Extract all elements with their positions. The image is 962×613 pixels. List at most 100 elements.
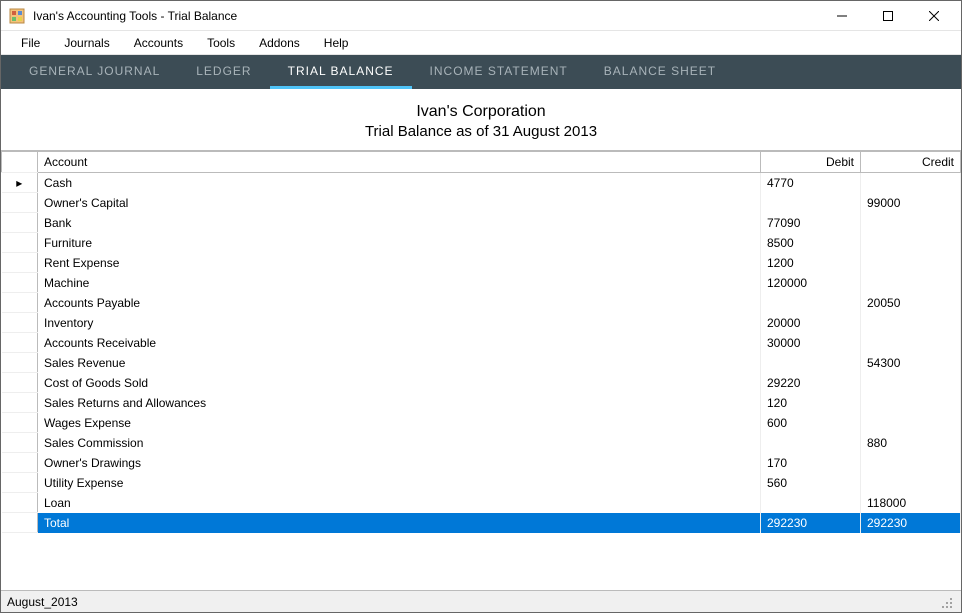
cell-credit[interactable]	[861, 413, 961, 433]
cell-debit[interactable]: 292230	[761, 513, 861, 533]
table-row[interactable]: Owner's Drawings170	[2, 453, 961, 473]
cell-debit[interactable]: 600	[761, 413, 861, 433]
cell-debit[interactable]: 560	[761, 473, 861, 493]
tab-income-statement[interactable]: Income Statement	[412, 55, 586, 89]
cell-credit[interactable]	[861, 373, 961, 393]
cell-account[interactable]: Furniture	[38, 233, 761, 253]
cell-credit[interactable]	[861, 173, 961, 193]
table-row[interactable]: Accounts Receivable30000	[2, 333, 961, 353]
menu-file[interactable]: File	[9, 32, 52, 54]
row-marker	[2, 313, 38, 333]
cell-account[interactable]: Sales Commission	[38, 433, 761, 453]
row-marker	[2, 433, 38, 453]
cell-account[interactable]: Sales Returns and Allowances	[38, 393, 761, 413]
cell-credit[interactable]	[861, 453, 961, 473]
table-row[interactable]: Bank77090	[2, 213, 961, 233]
close-button[interactable]	[911, 1, 957, 31]
cell-account[interactable]: Owner's Capital	[38, 193, 761, 213]
row-marker	[2, 253, 38, 273]
cell-account[interactable]: Accounts Receivable	[38, 333, 761, 353]
menu-tools[interactable]: Tools	[195, 32, 247, 54]
table-row[interactable]: Wages Expense600	[2, 413, 961, 433]
cell-debit[interactable]: 120000	[761, 273, 861, 293]
table-row[interactable]: ▸Cash4770	[2, 173, 961, 193]
cell-account[interactable]: Wages Expense	[38, 413, 761, 433]
cell-debit[interactable]: 20000	[761, 313, 861, 333]
tab-balance-sheet[interactable]: Balance Sheet	[586, 55, 734, 89]
table-row[interactable]: Accounts Payable 20050	[2, 293, 961, 313]
cell-credit[interactable]	[861, 393, 961, 413]
row-marker	[2, 413, 38, 433]
menu-addons[interactable]: Addons	[247, 32, 312, 54]
row-marker	[2, 373, 38, 393]
cell-account[interactable]: Cash	[38, 173, 761, 193]
menu-help[interactable]: Help	[312, 32, 361, 54]
cell-credit[interactable]	[861, 253, 961, 273]
col-credit[interactable]: Credit	[861, 152, 961, 173]
row-marker	[2, 353, 38, 373]
tab-trial-balance[interactable]: Trial Balance	[270, 55, 412, 89]
row-marker	[2, 493, 38, 513]
cell-credit[interactable]: 118000	[861, 493, 961, 513]
cell-debit[interactable]: 170	[761, 453, 861, 473]
tab-general-journal[interactable]: General Journal	[11, 55, 178, 89]
menu-journals[interactable]: Journals	[52, 32, 121, 54]
minimize-button[interactable]	[819, 1, 865, 31]
table-row[interactable]: Loan 118000	[2, 493, 961, 513]
cell-account[interactable]: Rent Expense	[38, 253, 761, 273]
col-debit[interactable]: Debit	[761, 152, 861, 173]
table-row[interactable]: Sales Returns and Allowances120	[2, 393, 961, 413]
cell-account[interactable]: Bank	[38, 213, 761, 233]
table-row[interactable]: Sales Revenue 54300	[2, 353, 961, 373]
cell-debit[interactable]: 77090	[761, 213, 861, 233]
cell-account[interactable]: Sales Revenue	[38, 353, 761, 373]
cell-debit[interactable]: 120	[761, 393, 861, 413]
total-row[interactable]: Total292230292230	[2, 513, 961, 533]
cell-credit[interactable]	[861, 273, 961, 293]
cell-debit[interactable]	[761, 493, 861, 513]
maximize-button[interactable]	[865, 1, 911, 31]
cell-account[interactable]: Machine	[38, 273, 761, 293]
cell-credit[interactable]	[861, 213, 961, 233]
cell-account[interactable]: Utility Expense	[38, 473, 761, 493]
cell-credit[interactable]	[861, 233, 961, 253]
col-account[interactable]: Account	[38, 152, 761, 173]
menu-accounts[interactable]: Accounts	[122, 32, 195, 54]
cell-debit[interactable]	[761, 193, 861, 213]
window-controls	[819, 1, 957, 31]
cell-debit[interactable]: 30000	[761, 333, 861, 353]
cell-debit[interactable]	[761, 433, 861, 453]
cell-credit[interactable]: 880	[861, 433, 961, 453]
cell-credit[interactable]: 99000	[861, 193, 961, 213]
table-row[interactable]: Utility Expense560	[2, 473, 961, 493]
cell-credit[interactable]: 292230	[861, 513, 961, 533]
cell-credit[interactable]: 54300	[861, 353, 961, 373]
cell-debit[interactable]	[761, 293, 861, 313]
cell-account[interactable]: Loan	[38, 493, 761, 513]
company-name: Ivan's Corporation	[1, 103, 961, 121]
table-row[interactable]: Machine120000	[2, 273, 961, 293]
cell-credit[interactable]	[861, 313, 961, 333]
cell-account[interactable]: Accounts Payable	[38, 293, 761, 313]
table-row[interactable]: Rent Expense1200	[2, 253, 961, 273]
cell-account[interactable]: Total	[38, 513, 761, 533]
cell-debit[interactable]: 29220	[761, 373, 861, 393]
cell-account[interactable]: Inventory	[38, 313, 761, 333]
table-row[interactable]: Sales Commission 880	[2, 433, 961, 453]
cell-credit[interactable]: 20050	[861, 293, 961, 313]
cell-account[interactable]: Cost of Goods Sold	[38, 373, 761, 393]
tab-ledger[interactable]: Ledger	[178, 55, 269, 89]
cell-debit[interactable]: 4770	[761, 173, 861, 193]
cell-debit[interactable]: 1200	[761, 253, 861, 273]
table-row[interactable]: Owner's Capital 99000	[2, 193, 961, 213]
cell-account[interactable]: Owner's Drawings	[38, 453, 761, 473]
table-row[interactable]: Inventory20000	[2, 313, 961, 333]
cell-credit[interactable]	[861, 473, 961, 493]
cell-credit[interactable]	[861, 333, 961, 353]
cell-debit[interactable]: 8500	[761, 233, 861, 253]
trial-balance-grid[interactable]: Account Debit Credit ▸Cash4770Owner's Ca…	[1, 151, 961, 533]
table-row[interactable]: Cost of Goods Sold29220	[2, 373, 961, 393]
cell-debit[interactable]	[761, 353, 861, 373]
resize-grip-icon[interactable]	[941, 595, 955, 609]
table-row[interactable]: Furniture8500	[2, 233, 961, 253]
